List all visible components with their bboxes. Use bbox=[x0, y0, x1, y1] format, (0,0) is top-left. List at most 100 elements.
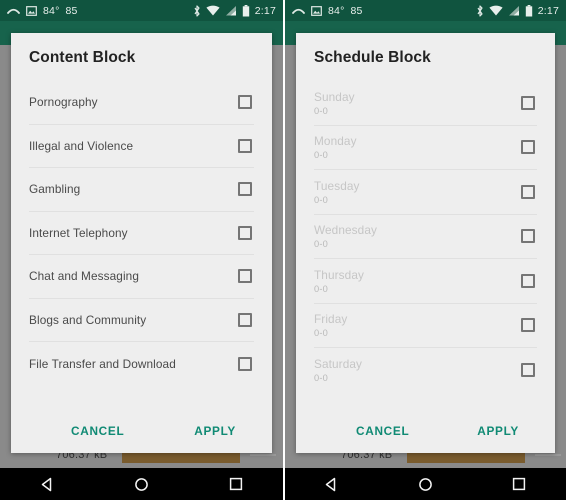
list-item[interactable]: Wednesday 0-0 bbox=[314, 215, 537, 259]
list-item-label: Tuesday bbox=[314, 178, 360, 193]
bluetooth-icon bbox=[476, 4, 484, 17]
checkbox-icon[interactable] bbox=[521, 318, 535, 333]
status-clock: 2:17 bbox=[254, 4, 276, 17]
content-block-list[interactable]: Pornography Illegal and Violence Gamblin… bbox=[11, 81, 272, 409]
list-item[interactable]: Monday 0-0 bbox=[314, 126, 537, 170]
list-item-texts: Saturday 0-0 bbox=[314, 357, 362, 383]
battery-icon bbox=[242, 4, 250, 17]
list-item-texts: Friday 0-0 bbox=[314, 312, 347, 338]
list-item-label: Friday bbox=[314, 312, 348, 327]
list-item-label: Sunday bbox=[314, 89, 355, 104]
list-item-texts: Wednesday 0-0 bbox=[314, 223, 377, 249]
status-bar-left: 84° 85 bbox=[7, 5, 193, 17]
list-item-label: Thursday bbox=[314, 267, 364, 282]
list-item-texts: Sunday 0-0 bbox=[314, 90, 355, 116]
list-item[interactable]: Illegal and Violence bbox=[29, 125, 254, 168]
list-item[interactable]: Blogs and Community bbox=[29, 299, 254, 342]
back-icon[interactable] bbox=[302, 468, 362, 500]
recents-icon[interactable] bbox=[206, 468, 266, 500]
apply-button[interactable]: APPLY bbox=[473, 418, 523, 444]
list-item-texts: Internet Telephony bbox=[29, 226, 128, 240]
recents-icon[interactable] bbox=[489, 468, 549, 500]
home-icon[interactable] bbox=[395, 468, 455, 500]
list-item-label: Illegal and Violence bbox=[29, 138, 134, 153]
list-item[interactable]: Friday 0-0 bbox=[314, 304, 537, 348]
list-item[interactable]: Saturday 0-0 bbox=[314, 348, 537, 393]
list-item[interactable]: Gambling bbox=[29, 168, 254, 212]
list-item[interactable]: File Transfer and Download bbox=[29, 342, 254, 386]
schedule-block-dialog-title: Schedule Block bbox=[314, 49, 431, 66]
home-icon[interactable] bbox=[111, 468, 171, 500]
list-item-texts: Gambling bbox=[29, 182, 80, 196]
signal-icon bbox=[225, 5, 237, 16]
checkbox-icon[interactable] bbox=[238, 182, 252, 197]
bluetooth-icon bbox=[193, 4, 201, 17]
list-item-label: Monday bbox=[314, 134, 357, 149]
checkbox-icon[interactable] bbox=[238, 269, 252, 284]
dual-screenshot-container: 84° 85 2:17 706.37 kB Content Block Porn… bbox=[0, 0, 566, 500]
checkbox-icon[interactable] bbox=[521, 229, 535, 244]
list-item-label: Internet Telephony bbox=[29, 225, 128, 240]
checkbox-icon[interactable] bbox=[521, 140, 535, 155]
list-item-sublabel: 0-0 bbox=[314, 239, 329, 250]
list-item-sublabel: 0-0 bbox=[314, 328, 329, 339]
list-item-label: Chat and Messaging bbox=[29, 269, 140, 284]
checkbox-icon[interactable] bbox=[238, 95, 252, 110]
status-clock: 2:17 bbox=[537, 4, 559, 17]
list-item-texts: Pornography bbox=[29, 95, 98, 109]
checkbox-icon[interactable] bbox=[521, 363, 535, 378]
image-icon bbox=[311, 5, 322, 16]
status-bar: 84° 85 2:17 bbox=[0, 0, 283, 21]
status-bar-left: 84° 85 bbox=[292, 5, 476, 17]
list-item-label: Saturday bbox=[314, 357, 363, 372]
navigation-bar bbox=[0, 468, 283, 500]
list-item[interactable]: Sunday 0-0 bbox=[314, 81, 537, 126]
list-item-texts: Illegal and Violence bbox=[29, 139, 133, 153]
cancel-button[interactable]: CANCEL bbox=[352, 418, 413, 444]
swipe-arc-icon bbox=[7, 6, 20, 15]
list-item[interactable]: Thursday 0-0 bbox=[314, 259, 537, 304]
back-icon[interactable] bbox=[17, 468, 77, 500]
apply-button[interactable]: APPLY bbox=[190, 418, 240, 444]
list-item[interactable]: Chat and Messaging bbox=[29, 255, 254, 299]
cancel-button[interactable]: CANCEL bbox=[67, 418, 128, 444]
backdrop-faint-line-left bbox=[250, 454, 276, 456]
status-temperature: 84° bbox=[43, 4, 60, 17]
list-item[interactable]: Pornography bbox=[29, 81, 254, 125]
list-item-texts: Tuesday 0-0 bbox=[314, 179, 360, 205]
swipe-arc-icon bbox=[292, 6, 305, 15]
list-item-label: Gambling bbox=[29, 182, 81, 197]
checkbox-icon[interactable] bbox=[521, 273, 535, 288]
list-item-texts: Chat and Messaging bbox=[29, 269, 139, 283]
checkbox-icon[interactable] bbox=[238, 225, 252, 240]
list-item-label: Pornography bbox=[29, 95, 98, 110]
checkbox-icon[interactable] bbox=[521, 95, 535, 110]
checkbox-icon[interactable] bbox=[238, 356, 252, 371]
battery-icon bbox=[525, 4, 533, 17]
navigation-bar bbox=[285, 468, 566, 500]
list-item-texts: Monday 0-0 bbox=[314, 134, 357, 160]
checkbox-icon[interactable] bbox=[521, 184, 535, 199]
checkbox-icon[interactable] bbox=[238, 138, 252, 153]
list-item-sublabel: 0-0 bbox=[314, 194, 329, 205]
list-item-label: File Transfer and Download bbox=[29, 356, 176, 371]
wifi-icon bbox=[489, 5, 503, 16]
status-bar-right: 2:17 bbox=[193, 4, 276, 17]
list-item[interactable]: Tuesday 0-0 bbox=[314, 170, 537, 215]
list-item-sublabel: 0-0 bbox=[314, 150, 329, 161]
status-bar-right: 2:17 bbox=[476, 4, 559, 17]
content-block-dialog-title: Content Block bbox=[29, 49, 136, 66]
phone-screen-right: 84° 85 2:17 706.37 kB Schedule Block Sun… bbox=[283, 0, 566, 500]
image-icon bbox=[26, 5, 37, 16]
list-item-sublabel: 0-0 bbox=[314, 373, 329, 384]
status-temperature: 84° bbox=[328, 4, 345, 17]
list-item-texts: Thursday 0-0 bbox=[314, 268, 364, 294]
list-item[interactable]: Internet Telephony bbox=[29, 212, 254, 255]
status-secondary-value: 85 bbox=[65, 4, 78, 17]
content-block-dialog-actions: CANCEL APPLY bbox=[11, 409, 272, 453]
schedule-block-dialog-actions: CANCEL APPLY bbox=[296, 409, 555, 453]
checkbox-icon[interactable] bbox=[238, 312, 252, 327]
schedule-block-list[interactable]: Sunday 0-0 Monday 0-0 Tuesday 0-0 Wednes… bbox=[296, 81, 555, 409]
content-block-dialog: Content Block Pornography Illegal and Vi… bbox=[11, 33, 272, 453]
status-secondary-value: 85 bbox=[350, 4, 363, 17]
